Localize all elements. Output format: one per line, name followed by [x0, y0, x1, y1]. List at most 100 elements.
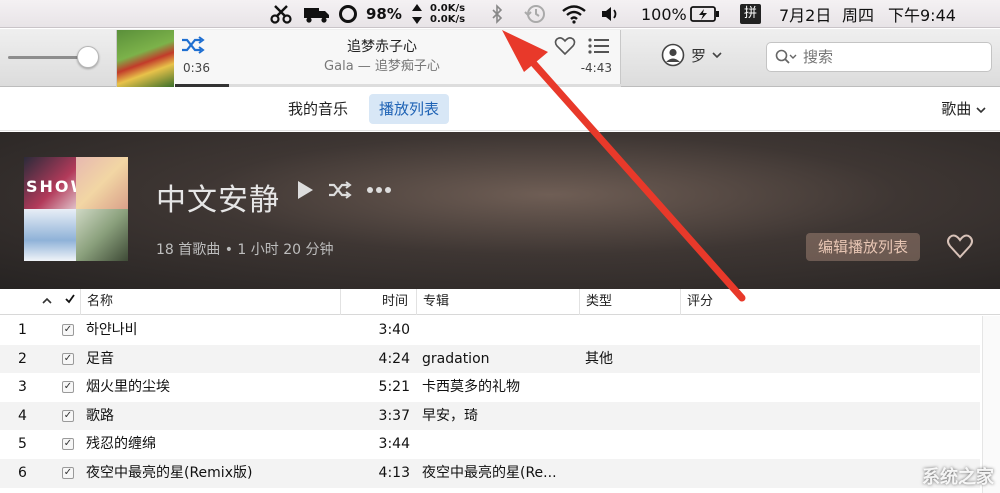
row-checkbox[interactable]: ✓	[62, 381, 74, 394]
time-machine-icon[interactable]	[523, 0, 547, 28]
progress-bar[interactable]	[175, 84, 621, 87]
song-album: 早安，琦	[422, 407, 478, 424]
row-checkbox[interactable]: ✓	[62, 438, 74, 451]
menubar-date[interactable]: 7月2日	[779, 0, 831, 28]
row-number: 2	[18, 350, 27, 367]
song-name: 夜空中最亮的星(Remix版)	[86, 464, 253, 481]
song-time: 4:24	[378, 350, 410, 367]
artwork-tile	[76, 209, 128, 261]
tab-playlists[interactable]: 播放列表	[369, 94, 450, 124]
play-icon[interactable]	[296, 180, 314, 200]
elapsed-time: 0:36	[183, 61, 210, 75]
column-header-rating[interactable]: 评分	[680, 289, 980, 315]
song-name: 烟火里的尘埃	[86, 379, 170, 396]
row-number: 4	[18, 407, 27, 424]
menubar-time[interactable]: 下午9:44	[888, 0, 956, 28]
account-name: 罗	[691, 46, 707, 65]
row-checkbox[interactable]: ✓	[62, 409, 74, 422]
artwork-tile: SHOW	[24, 157, 88, 209]
song-time: 5:21	[378, 379, 410, 396]
table-row[interactable]: 5 ✓ 残忍的缠绵 3:44	[0, 430, 980, 459]
song-genre	[585, 373, 675, 401]
volume-slider-knob[interactable]	[77, 46, 99, 68]
song-album: 卡西莫多的礼物	[422, 379, 520, 396]
ring-icon[interactable]	[338, 0, 358, 28]
album-art-thumbnail[interactable]	[117, 30, 174, 87]
song-time: 3:40	[378, 322, 410, 338]
row-number: 6	[18, 464, 27, 481]
volume-slider-track[interactable]	[8, 56, 88, 59]
checked-column-header-icon[interactable]	[58, 289, 80, 315]
menu-bar: 98% 0.0K/s 0.0K/s 100% 拼 7月2日 周四 下午9:44	[0, 0, 1000, 28]
view-dropdown-label: 歌曲	[941, 100, 972, 118]
chevron-down-icon	[712, 52, 722, 59]
playlist-header: SHOW 中文安静 18 首歌曲 • 1 小时 20 分钟 编辑播放列表	[0, 132, 1000, 289]
song-name: 残忍的缠绵	[86, 436, 156, 453]
up-next-list-icon[interactable]	[588, 38, 610, 58]
truck-icon[interactable]	[303, 0, 331, 28]
song-name: 하얀나비	[86, 322, 138, 338]
table-row[interactable]: 1 ✓ 하얀나비 3:40	[0, 316, 980, 345]
song-table-header: 名称 时间 专辑 类型 评分	[0, 289, 1000, 315]
sort-chevron-icon[interactable]	[36, 289, 58, 315]
bluetooth-icon[interactable]	[490, 0, 504, 28]
scissors-icon[interactable]	[270, 0, 292, 28]
account-button[interactable]: 罗	[661, 43, 722, 67]
search-icon	[775, 49, 797, 64]
progress-fill	[175, 84, 229, 87]
wifi-icon[interactable]	[561, 0, 587, 28]
battery-ring-percent: 98%	[366, 5, 402, 23]
song-genre: 其他	[585, 350, 613, 367]
song-album	[422, 316, 577, 344]
row-number: 1	[18, 322, 27, 338]
love-icon[interactable]	[554, 36, 576, 60]
battery-icon[interactable]	[690, 0, 720, 28]
shuffle-icon[interactable]	[328, 181, 352, 199]
song-time: 4:13	[378, 464, 410, 481]
column-header-time[interactable]: 时间	[340, 289, 416, 315]
song-name: 足音	[86, 350, 114, 367]
song-album: 夜空中最亮的星(Re...	[422, 464, 557, 481]
love-playlist-icon[interactable]	[946, 233, 974, 263]
net-down-speed: 0.0K/s	[430, 14, 466, 25]
song-title: 追梦赤子心	[347, 39, 417, 55]
edit-playlist-button[interactable]: 编辑播放列表	[806, 233, 921, 261]
playlist-title: 中文安静	[156, 183, 280, 218]
library-nav: 我的音乐 播放列表 歌曲	[0, 88, 1000, 131]
remaining-time: -4:43	[580, 61, 612, 75]
row-checkbox[interactable]: ✓	[62, 352, 74, 365]
view-dropdown[interactable]: 歌曲	[941, 94, 986, 124]
song-time: 3:44	[378, 436, 410, 453]
song-genre	[585, 459, 675, 487]
volume-icon[interactable]	[600, 0, 620, 28]
playlist-artwork[interactable]: SHOW	[24, 157, 128, 261]
search-box[interactable]	[766, 42, 992, 72]
tab-my-music[interactable]: 我的音乐	[278, 94, 358, 124]
song-genre	[585, 316, 675, 344]
table-row[interactable]: 6 ✓ 夜空中最亮的星(Remix版) 4:13 夜空中最亮的星(Re...	[0, 458, 980, 488]
row-checkbox[interactable]: ✓	[62, 466, 74, 479]
itunes-screenshot: 98% 0.0K/s 0.0K/s 100% 拼 7月2日 周四 下午9:44	[0, 0, 1000, 493]
table-row[interactable]: 3 ✓ 烟火里的尘埃 5:21 卡西莫多的礼物	[0, 373, 980, 402]
playlist-actions	[296, 180, 392, 200]
row-number: 5	[18, 436, 27, 453]
column-header-album[interactable]: 专辑	[416, 289, 579, 315]
column-header-genre[interactable]: 类型	[579, 289, 680, 315]
table-row[interactable]: 2 ✓ 足音 4:24 gradation 其他	[0, 344, 980, 374]
net-up-speed: 0.0K/s	[430, 3, 466, 14]
more-icon[interactable]	[366, 186, 392, 194]
updown-icon[interactable]	[411, 0, 423, 28]
network-speed: 0.0K/s 0.0K/s	[430, 0, 465, 28]
now-playing-display: 0:36 追梦赤子心 Gala — 追梦痴子心 -4:43	[116, 30, 621, 87]
row-checkbox[interactable]: ✓	[62, 324, 74, 336]
watermark-text: 系统之家	[922, 467, 994, 488]
row-number: 3	[18, 379, 27, 396]
shuffle-icon[interactable]	[181, 36, 205, 58]
menubar-weekday[interactable]: 周四	[842, 0, 874, 28]
search-input[interactable]	[803, 48, 973, 66]
chevron-down-icon	[976, 107, 986, 114]
column-header-name[interactable]: 名称	[80, 289, 340, 315]
table-row[interactable]: 4 ✓ 歌路 3:37 早安，琦	[0, 401, 980, 431]
user-avatar-icon	[661, 43, 685, 67]
input-method-indicator[interactable]: 拼	[740, 0, 762, 28]
